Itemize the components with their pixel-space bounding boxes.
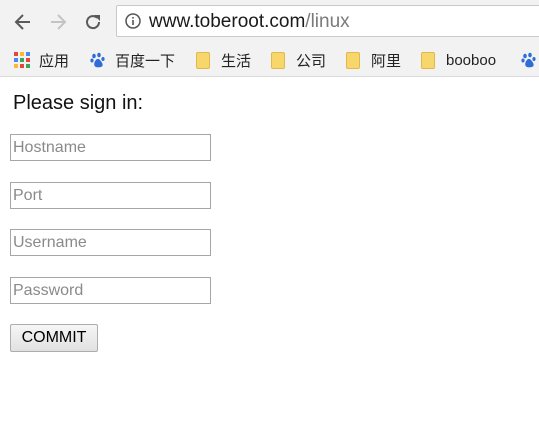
- bookmark-baidu-overflow[interactable]: [521, 50, 539, 70]
- url-path: /linux: [305, 11, 350, 32]
- bookmarks-bar: 应用 百度一下 生活 公司 阿里 booboo: [0, 44, 539, 77]
- reload-icon: [86, 15, 101, 30]
- port-input[interactable]: [10, 182, 211, 209]
- bookmark-apps[interactable]: 应用: [14, 50, 69, 70]
- bookmark-folder-ali[interactable]: 阿里: [346, 50, 401, 70]
- hostname-input[interactable]: [10, 134, 211, 161]
- bookmark-label: 阿里: [371, 52, 402, 70]
- browser-toolbar: www.toberoot.com/linux: [0, 0, 539, 44]
- bookmark-label: 应用: [39, 52, 70, 70]
- commit-button[interactable]: COMMIT: [10, 324, 98, 352]
- folder-icon: [271, 51, 285, 69]
- info-icon[interactable]: [125, 13, 141, 29]
- password-input[interactable]: [10, 277, 211, 304]
- folder-icon: [421, 51, 435, 69]
- bookmark-baidu[interactable]: 百度一下: [90, 50, 175, 70]
- bookmark-label: 生活: [221, 52, 252, 70]
- forward-button[interactable]: [43, 7, 73, 37]
- bookmark-folder-booboo[interactable]: booboo: [421, 50, 496, 70]
- url-text: www.toberoot.com/linux: [149, 11, 350, 33]
- back-arrow-icon: [14, 14, 30, 30]
- bookmark-folder-life[interactable]: 生活: [196, 50, 251, 70]
- folder-icon: [346, 51, 360, 69]
- back-button[interactable]: [8, 7, 38, 37]
- forward-arrow-icon: [51, 14, 67, 30]
- apps-grid-icon: [14, 52, 30, 68]
- username-input[interactable]: [10, 229, 211, 256]
- bookmark-label: booboo: [446, 51, 497, 69]
- baidu-paw-icon: [521, 52, 536, 68]
- url-host: www.toberoot.com: [149, 11, 306, 32]
- bookmark-folder-company[interactable]: 公司: [271, 50, 326, 70]
- address-bar[interactable]: www.toberoot.com/linux: [116, 5, 539, 37]
- bookmark-label: 公司: [296, 52, 327, 70]
- bookmark-label: 百度一下: [115, 52, 176, 70]
- folder-icon: [196, 51, 210, 69]
- sign-in-heading: Please sign in:: [13, 92, 144, 114]
- baidu-paw-icon: [90, 52, 105, 68]
- reload-button[interactable]: [78, 7, 108, 37]
